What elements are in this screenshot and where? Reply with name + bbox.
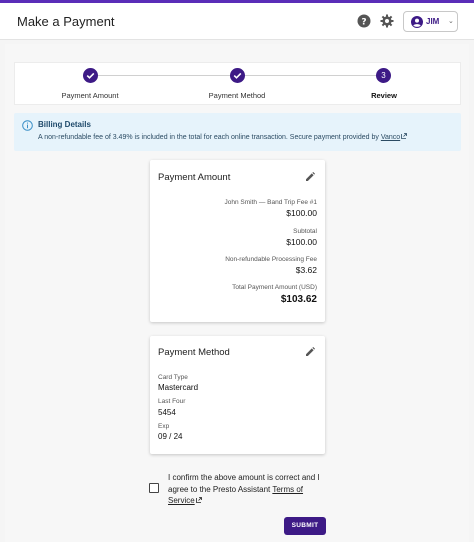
payment-amount-card: Payment Amount John Smith — Band Trip Fe… [150,160,325,322]
external-link-icon [401,133,408,139]
payment-method-card: Payment Method Card Type Mastercard Last… [150,336,325,454]
line-item-value: $100.00 [286,208,317,218]
info-icon [22,120,33,131]
account-circle-icon [411,16,423,28]
user-name: JIM [426,17,440,26]
edit-pencil-icon[interactable] [305,172,315,182]
step-2-complete-icon [230,68,245,83]
app-header: Make a Payment ? JIM ⌄ [0,0,474,40]
line-item-label: John Smith — Band Trip Fee #1 [224,199,318,206]
edit-pencil-icon[interactable] [305,347,315,357]
step-3-label: Review [371,91,397,100]
exp-value: 09 / 24 [158,432,183,441]
last-four-label: Last Four [158,398,186,405]
banner-body: A non-refundable fee of 3.49% is include… [38,134,379,141]
step-connector [245,75,376,76]
exp-label: Exp [158,423,170,430]
step-1-label: Payment Amount [61,91,119,100]
step-2-label: Payment Method [208,91,266,100]
card-type-value: Mastercard [158,383,199,392]
billing-info-banner: Billing Details A non-refundable fee of … [14,113,461,151]
banner-text: A non-refundable fee of 3.49% is include… [38,133,408,141]
external-link-icon [195,497,202,503]
fee-label: Non-refundable Processing Fee [225,256,317,263]
confirm-checkbox[interactable] [149,483,159,493]
help-circle-icon[interactable]: ? [357,14,371,28]
total-value: $103.62 [280,294,317,305]
submit-button[interactable]: SUBMIT [284,517,326,535]
chevron-down-icon: ⌄ [448,18,454,25]
subtotal-label: Subtotal [293,228,317,235]
page-title: Make a Payment [17,14,115,29]
last-four-value: 5454 [158,408,176,417]
payment-method-title: Payment Method [158,347,230,358]
payment-amount-title: Payment Amount [158,172,231,183]
card-type-label: Card Type [158,374,188,381]
user-menu-button[interactable]: JIM ⌄ [403,11,458,32]
step-3-number: 3 [376,68,391,83]
total-label: Total Payment Amount (USD) [232,284,317,291]
step-1-complete-icon [83,68,98,83]
fee-value: $3.62 [295,265,317,275]
gear-icon[interactable] [380,14,394,28]
confirm-statement: I confirm the above amount is correct an… [168,472,328,507]
subtotal-value: $100.00 [286,237,317,247]
banner-title: Billing Details [38,120,91,129]
step-connector [98,75,230,76]
vanco-link[interactable]: Vanco [381,134,400,141]
svg-text:?: ? [361,18,366,28]
